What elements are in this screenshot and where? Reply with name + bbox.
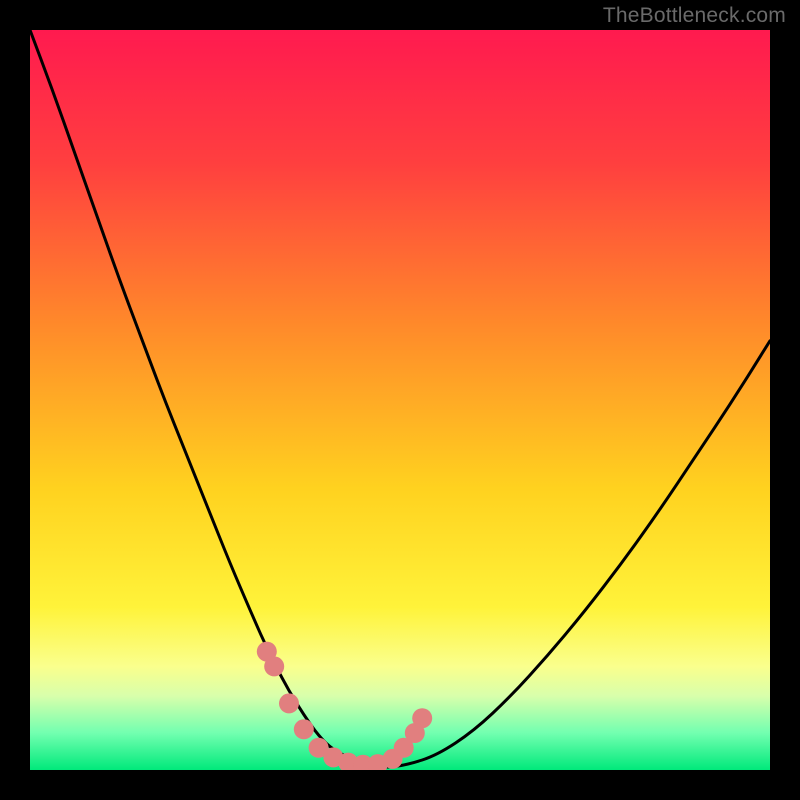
- marker-dot: [294, 719, 314, 739]
- watermark-text: TheBottleneck.com: [603, 4, 786, 28]
- curve-layer: [30, 30, 770, 770]
- bottleneck-curve: [30, 30, 770, 767]
- marker-dot: [264, 656, 284, 676]
- marker-dot: [279, 693, 299, 713]
- plot-area: [30, 30, 770, 770]
- marker-dot: [412, 708, 432, 728]
- chart-frame: TheBottleneck.com: [0, 0, 800, 800]
- data-markers: [257, 642, 432, 770]
